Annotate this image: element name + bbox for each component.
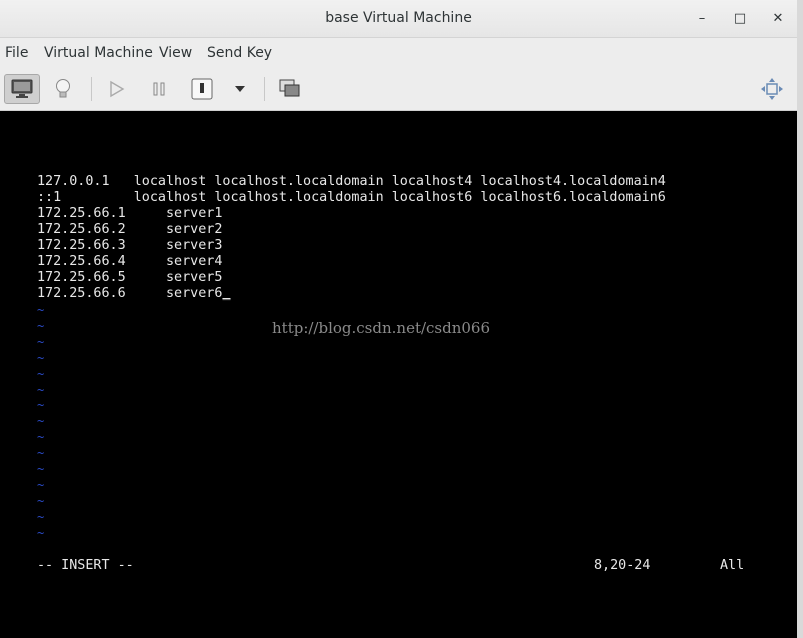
vim-tilde: ~	[37, 430, 45, 445]
monitor-icon	[11, 79, 33, 98]
shutdown-button[interactable]	[187, 74, 217, 104]
vim-tilde: ~	[37, 398, 45, 413]
vim-tilde: ~	[37, 462, 45, 476]
fullscreen-icon	[761, 78, 783, 100]
snapshots-button[interactable]	[275, 74, 305, 104]
window-titlebar[interactable]: base Virtual Machine – □ ✕	[0, 0, 797, 38]
minimize-button[interactable]: –	[692, 9, 712, 29]
pause-icon	[153, 82, 165, 96]
vim-tilde: ~	[37, 446, 45, 461]
menu-send-key[interactable]: Send Key	[207, 45, 272, 61]
watermark: http://blog.csdn.net/csdn066	[272, 319, 491, 337]
vim-tilde: ~	[37, 382, 45, 397]
vim-tilde: ~	[37, 493, 45, 508]
vm-console[interactable]: 127.0.0.1 localhost localhost.localdomai…	[0, 111, 797, 638]
text-cursor: _	[222, 286, 231, 301]
menubar: File Virtual Machine View Send Key	[0, 38, 797, 68]
vim-tilde: ~	[37, 477, 45, 492]
console-line: 172.25.66.2 server2	[37, 222, 223, 237]
console-line: 172.25.66.5 server5	[37, 270, 223, 285]
vim-tilde: ~	[37, 318, 45, 333]
vim-tilde: ~	[37, 303, 45, 317]
pause-button[interactable]	[144, 74, 174, 104]
console-line-text: 172.25.66.6 server6	[37, 286, 223, 301]
console-line: 172.25.66.1 server1	[37, 206, 223, 221]
run-button[interactable]	[102, 74, 132, 104]
console-line: 172.25.66.3 server3	[37, 238, 223, 253]
vim-tilde: ~	[37, 334, 45, 349]
console-line: 172.25.66.4 server4	[37, 254, 223, 269]
console-line: 127.0.0.1 localhost localhost.localdomai…	[37, 174, 666, 189]
vim-mode-indicator: -- INSERT --	[37, 558, 134, 573]
toolbar-separator	[91, 77, 92, 101]
shutdown-dropdown[interactable]	[225, 74, 255, 104]
console-line-current: 172.25.66.6 server6_	[37, 286, 231, 302]
snapshots-icon	[279, 79, 300, 97]
close-button[interactable]: ✕	[768, 9, 788, 29]
vim-tilde: ~	[37, 414, 45, 429]
menu-file[interactable]: File	[5, 45, 28, 61]
console-line: ::1 localhost localhost.localdomain loca…	[37, 190, 666, 205]
lightbulb-icon	[56, 79, 70, 98]
play-icon	[110, 80, 125, 98]
vim-scroll-position: All	[720, 558, 745, 573]
dropdown-arrow-icon	[235, 86, 245, 92]
window-title: base Virtual Machine	[325, 10, 472, 26]
window-border	[797, 0, 803, 638]
toolbar	[0, 68, 797, 111]
vim-tilde: ~	[37, 366, 45, 381]
power-icon	[191, 78, 213, 100]
menu-virtual-machine[interactable]: Virtual Machine	[44, 45, 153, 61]
maximize-button[interactable]: □	[730, 9, 750, 29]
menu-view[interactable]: View	[159, 45, 192, 61]
toolbar-separator	[264, 77, 265, 101]
details-button[interactable]	[48, 74, 78, 104]
vim-tilde: ~	[37, 350, 45, 365]
vim-tilde: ~	[37, 525, 45, 540]
vim-tilde: ~	[37, 509, 45, 524]
console-view-button[interactable]	[4, 74, 40, 104]
fullscreen-button[interactable]	[757, 74, 787, 104]
vim-cursor-position: 8,20-24	[594, 558, 651, 573]
